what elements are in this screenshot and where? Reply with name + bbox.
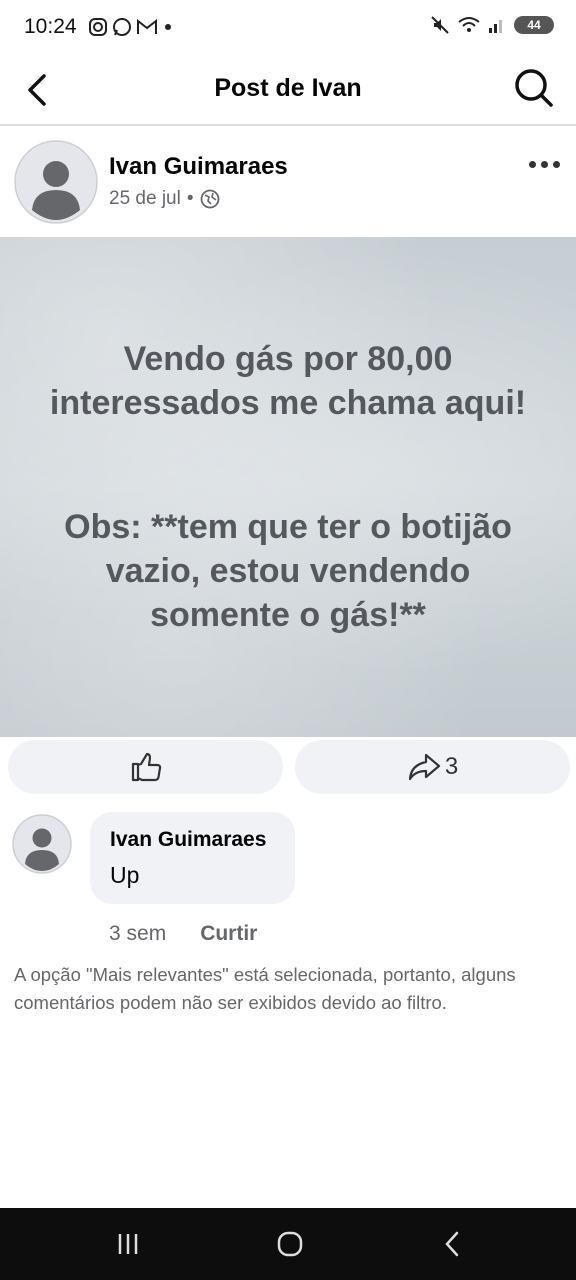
globe-icon [200, 189, 219, 209]
author-avatar[interactable] [14, 140, 98, 224]
signal-icon [489, 20, 502, 33]
instagram-icon [89, 18, 107, 36]
commenter-avatar[interactable] [12, 814, 72, 874]
status-app-icons [88, 17, 174, 37]
comment-text: Up [110, 862, 140, 888]
avatar-placeholder-icon [12, 814, 72, 874]
status-time: 10:24 [24, 15, 77, 38]
app-bar: Post de Ivan [0, 56, 576, 126]
avatar-placeholder-icon [14, 140, 98, 224]
like-button[interactable] [8, 740, 283, 794]
post-header: Ivan Guimaraes 25 de jul • [0, 126, 576, 236]
whatsapp-icon [113, 18, 131, 36]
post-image[interactable]: Vendo gás por 80,00 interessados me cham… [0, 237, 576, 737]
post-text-line: interessados me chama aqui! [49, 384, 527, 422]
battery-icon: 44 [514, 16, 554, 34]
post-actions: 3 [8, 740, 570, 794]
recent-apps-icon [118, 1234, 138, 1254]
more-dot-icon [552, 160, 560, 168]
post-text-line: somente o gás!** [150, 596, 426, 634]
post-text-line: vazio, estou vendendo [105, 552, 471, 590]
post-author[interactable]: Ivan Guimaraes [109, 153, 288, 181]
search-icon [515, 69, 553, 107]
more-dot-icon [528, 160, 536, 168]
comment-author[interactable]: Ivan Guimaraes [110, 828, 266, 852]
comment-like-button[interactable]: Curtir [200, 922, 257, 946]
post-meta: 25 de jul • [109, 188, 220, 210]
more-options-button[interactable] [526, 154, 562, 174]
meta-separator: • [186, 188, 194, 209]
comment-time: 3 sem [109, 922, 167, 945]
comment-meta: 3 sem Curtir [109, 922, 257, 946]
recent-apps-button[interactable] [108, 1226, 148, 1262]
back-arrow-icon [445, 1231, 459, 1257]
system-nav-bar [0, 1208, 576, 1280]
wifi-icon [458, 17, 480, 32]
post-text-line: Obs: **tem que ter o botijão [64, 508, 512, 546]
system-back-button[interactable] [432, 1226, 472, 1262]
dot-icon [165, 24, 171, 30]
status-bar: 10:24 44 [0, 0, 576, 56]
home-button[interactable] [270, 1226, 310, 1262]
post-text-line: Vendo gás por 80,00 [123, 340, 453, 378]
home-icon [277, 1231, 303, 1257]
filter-notice: A opção "Mais relevantes" está seleciona… [14, 964, 516, 1013]
share-icon [408, 753, 440, 781]
gmail-icon [137, 18, 157, 34]
post-date[interactable]: 25 de jul [109, 188, 181, 210]
status-system-icons: 44 [430, 15, 554, 35]
mute-icon [431, 16, 449, 34]
thumbs-up-icon [131, 752, 161, 782]
comment-bubble[interactable]: Ivan Guimaraes Up [90, 812, 295, 904]
page-title: Post de Ivan [214, 74, 362, 102]
share-count: 3 [444, 753, 459, 780]
share-button[interactable]: 3 [295, 740, 570, 794]
search-button[interactable] [512, 66, 556, 110]
more-dot-icon [540, 160, 548, 168]
